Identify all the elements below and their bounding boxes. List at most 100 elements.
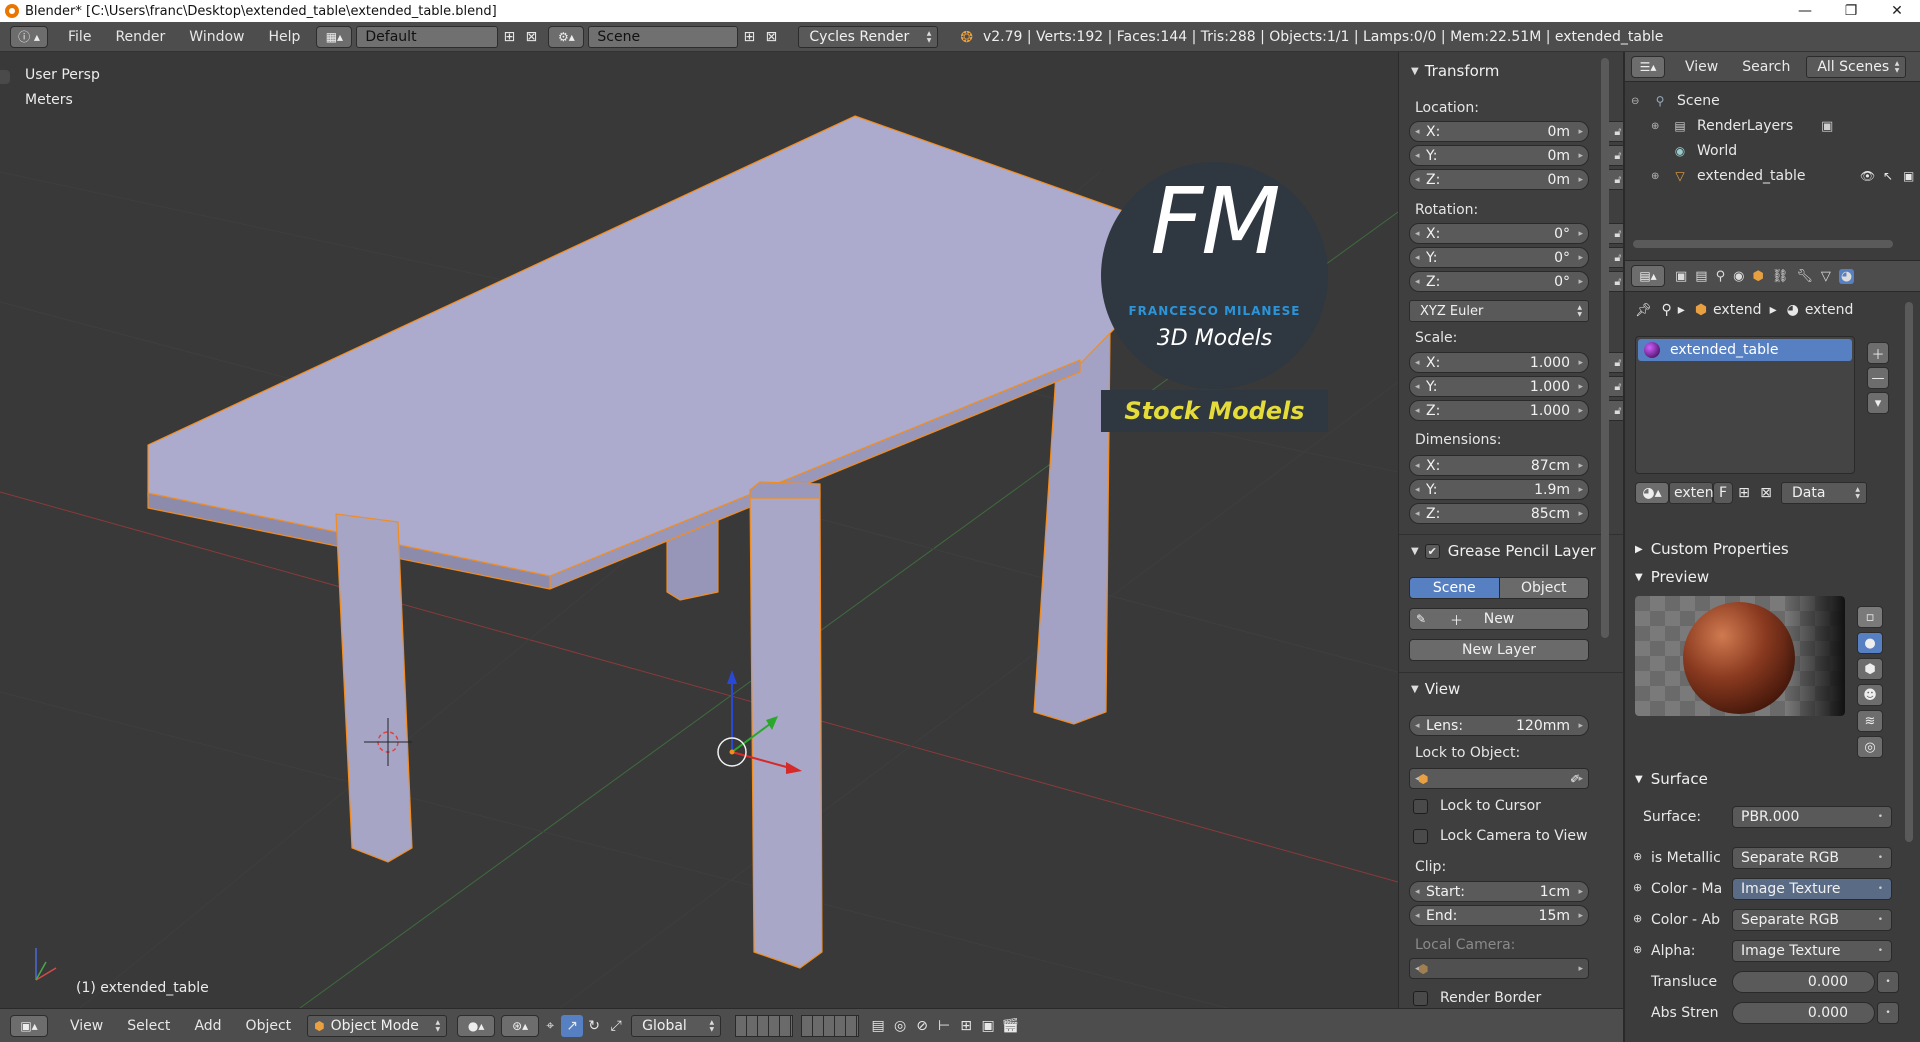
layers-block-1[interactable] (735, 1014, 794, 1037)
layers-block-2[interactable] (801, 1014, 860, 1037)
material-name-field[interactable]: exten (1669, 482, 1714, 504)
close-window-button[interactable]: ✕ (1874, 0, 1920, 22)
surface-shader-dropdown[interactable]: PBR.000 (1732, 806, 1892, 828)
alpha-input-dropdown[interactable]: Image Texture (1732, 940, 1892, 962)
browse-material-icon[interactable]: ◕▴ (1635, 482, 1669, 504)
scene-name-field[interactable]: Scene (588, 25, 739, 48)
modifiers-tab-icon[interactable]: 🔧︎ (1796, 269, 1813, 284)
viewport-menu-add[interactable]: Add (182, 1018, 233, 1034)
visibility-eye-icon[interactable]: 👁︎ (1860, 169, 1875, 183)
properties-scrollbar[interactable] (1905, 302, 1913, 842)
screen-layout-button[interactable]: ▦▴ (316, 25, 353, 48)
tab-object[interactable]: Object (1499, 577, 1589, 599)
outliner-item-scene[interactable]: ⊖ ⚲ Scene (1625, 89, 1920, 113)
view-panel-header[interactable]: ▼ View (1411, 680, 1460, 698)
snap-element-icon[interactable]: ⊢ (933, 1015, 955, 1037)
menu-render[interactable]: Render (103, 29, 177, 45)
properties-editor-type-button[interactable]: ▤▴ (1631, 265, 1665, 287)
rotation-mode-dropdown[interactable]: XYZ Euler (1409, 300, 1589, 322)
local-camera-field[interactable]: ⬢ (1409, 958, 1589, 979)
lens-field[interactable]: Lens:120mm (1409, 715, 1589, 736)
location-y-field[interactable]: Y:0m (1409, 145, 1589, 166)
lock-object-field[interactable]: ⬢ ✐ (1409, 768, 1589, 789)
renderable-camera-icon[interactable]: ▣ (1903, 169, 1914, 183)
tab-scene[interactable]: Scene (1409, 577, 1500, 599)
new-grease-pencil-button[interactable]: ✎ ＋ New (1409, 608, 1589, 630)
interaction-mode-dropdown[interactable]: ⬢ Object Mode (307, 1014, 448, 1037)
lock-camera-to-view-checkbox[interactable]: Lock Camera to View (1413, 828, 1588, 844)
pivot-point-button[interactable]: ⊛▴ (501, 1014, 540, 1037)
add-scene-icon[interactable]: ⊞ (738, 26, 760, 48)
outliner-display-dropdown[interactable]: All Scenes (1806, 55, 1907, 78)
abs-strength-field[interactable]: 0.000 (1732, 1002, 1875, 1024)
preview-monkey-icon[interactable]: ☻ (1857, 684, 1883, 706)
outliner-item-extended-table[interactable]: ⊕ ▽ extended_table 👁︎ ↖ ▣ (1625, 164, 1920, 188)
add-material-slot-icon[interactable]: ＋ (1867, 342, 1889, 364)
outliner-item-renderlayers[interactable]: ⊕ ▤ RenderLayers ▣ (1625, 114, 1920, 138)
add-layout-icon[interactable]: ⊞ (498, 26, 520, 48)
scale-manipulator-icon[interactable]: ⤢ (605, 1015, 627, 1037)
color-ab-input-dropdown[interactable]: Separate RGB (1732, 909, 1892, 931)
minimize-button[interactable]: — (1782, 0, 1828, 22)
viewport-menu-view[interactable]: View (58, 1018, 115, 1034)
metallic-input-dropdown[interactable]: Separate RGB (1732, 847, 1892, 869)
scene-tab-icon[interactable]: ⚲ (1716, 269, 1726, 284)
outliner-scrollbar[interactable] (1633, 240, 1893, 248)
outliner-menu-search[interactable]: Search (1730, 59, 1802, 75)
scale-z-field[interactable]: Z:1.000 (1409, 400, 1589, 421)
rotate-manipulator-icon[interactable]: ↻ (583, 1015, 605, 1037)
location-x-field[interactable]: X:0m (1409, 121, 1589, 142)
screen-layout-field[interactable]: Default (356, 25, 499, 48)
snap-toggle-icon[interactable]: ⊘ (911, 1015, 933, 1037)
opengl-render-icon[interactable]: ▣ (977, 1015, 999, 1037)
custom-properties-header[interactable]: ▶ Custom Properties (1635, 540, 1789, 558)
render-border-checkbox[interactable]: Render Border (1413, 990, 1541, 1006)
surface-header[interactable]: ▼ Surface (1635, 770, 1708, 788)
render-engine-dropdown[interactable]: Cycles Render (798, 25, 939, 48)
toolshelf-toggle[interactable] (0, 70, 10, 84)
selectable-cursor-icon[interactable]: ↖ (1883, 169, 1893, 183)
outliner-item-world[interactable]: ◉ World (1625, 139, 1920, 163)
3d-viewport[interactable]: User Persp Meters (1) extended_table FM … (0, 52, 1398, 1008)
color-ma-input-dropdown[interactable]: Image Texture (1732, 878, 1892, 900)
menu-file[interactable]: File (56, 29, 103, 45)
material-tab-icon[interactable]: ◕ (1838, 268, 1855, 284)
preview-cube-icon[interactable]: ⬢ (1857, 658, 1883, 680)
manipulator-toggle-icon[interactable]: ⌖ (539, 1015, 561, 1037)
menu-window[interactable]: Window (177, 29, 256, 45)
layers-tab-icon[interactable]: ▤ (1695, 269, 1707, 284)
preview-flat-icon[interactable]: ▫ (1857, 606, 1883, 628)
snap-target-icon[interactable]: ⊞ (955, 1015, 977, 1037)
lock-layers-icon[interactable]: ▤ (867, 1015, 889, 1037)
outliner-editor-type-button[interactable]: ☰▴ (1631, 55, 1665, 78)
scene-selector-button[interactable]: ⚙▴ (548, 25, 585, 48)
expand-color-ma-icon[interactable]: ⊕ (1633, 881, 1642, 894)
scale-x-field[interactable]: X:1.000 (1409, 352, 1589, 373)
fake-user-button[interactable]: F (1713, 482, 1733, 504)
dimension-y-field[interactable]: Y:1.9m (1409, 479, 1589, 500)
translate-manipulator-icon[interactable]: ↗ (561, 1014, 584, 1037)
world-tab-icon[interactable]: ◉ (1733, 269, 1744, 284)
dimension-x-field[interactable]: X:87cm (1409, 455, 1589, 476)
lock-to-cursor-checkbox[interactable]: Lock to Cursor (1413, 798, 1541, 814)
render-tab-icon[interactable]: ▣ (1675, 269, 1687, 284)
expand-metallic-icon[interactable]: ⊕ (1633, 850, 1642, 863)
object-tab-icon[interactable]: ⬢ (1752, 269, 1763, 284)
constraints-tab-icon[interactable]: ⛓︎ (1772, 269, 1789, 284)
grease-pencil-panel-header[interactable]: ▼ ✔ Grease Pencil Layer (1411, 542, 1596, 560)
dimension-z-field[interactable]: Z:85cm (1409, 503, 1589, 524)
translucency-field[interactable]: 0.000 (1732, 971, 1875, 993)
remove-layout-icon[interactable]: ⊠ (520, 26, 542, 48)
material-specials-icon[interactable]: ▾ (1867, 392, 1889, 414)
viewport-shading-button[interactable]: ●▴ (457, 1014, 496, 1037)
data-tab-icon[interactable]: ▽ (1821, 269, 1831, 284)
expand-alpha-icon[interactable]: ⊕ (1633, 943, 1642, 956)
unlink-material-icon[interactable]: ⊠ (1755, 482, 1777, 504)
translucency-socket-icon[interactable]: • (1877, 971, 1899, 993)
opengl-animation-icon[interactable]: 🎬︎ (999, 1015, 1021, 1037)
scene-layers-grid[interactable] (735, 1014, 860, 1037)
scale-y-field[interactable]: Y:1.000 (1409, 376, 1589, 397)
remove-scene-icon[interactable]: ⊠ (760, 26, 782, 48)
editor-type-button[interactable]: ⓘ ▴ (10, 25, 48, 48)
viewport-editor-type-button[interactable]: ▣▴ (10, 1014, 48, 1037)
